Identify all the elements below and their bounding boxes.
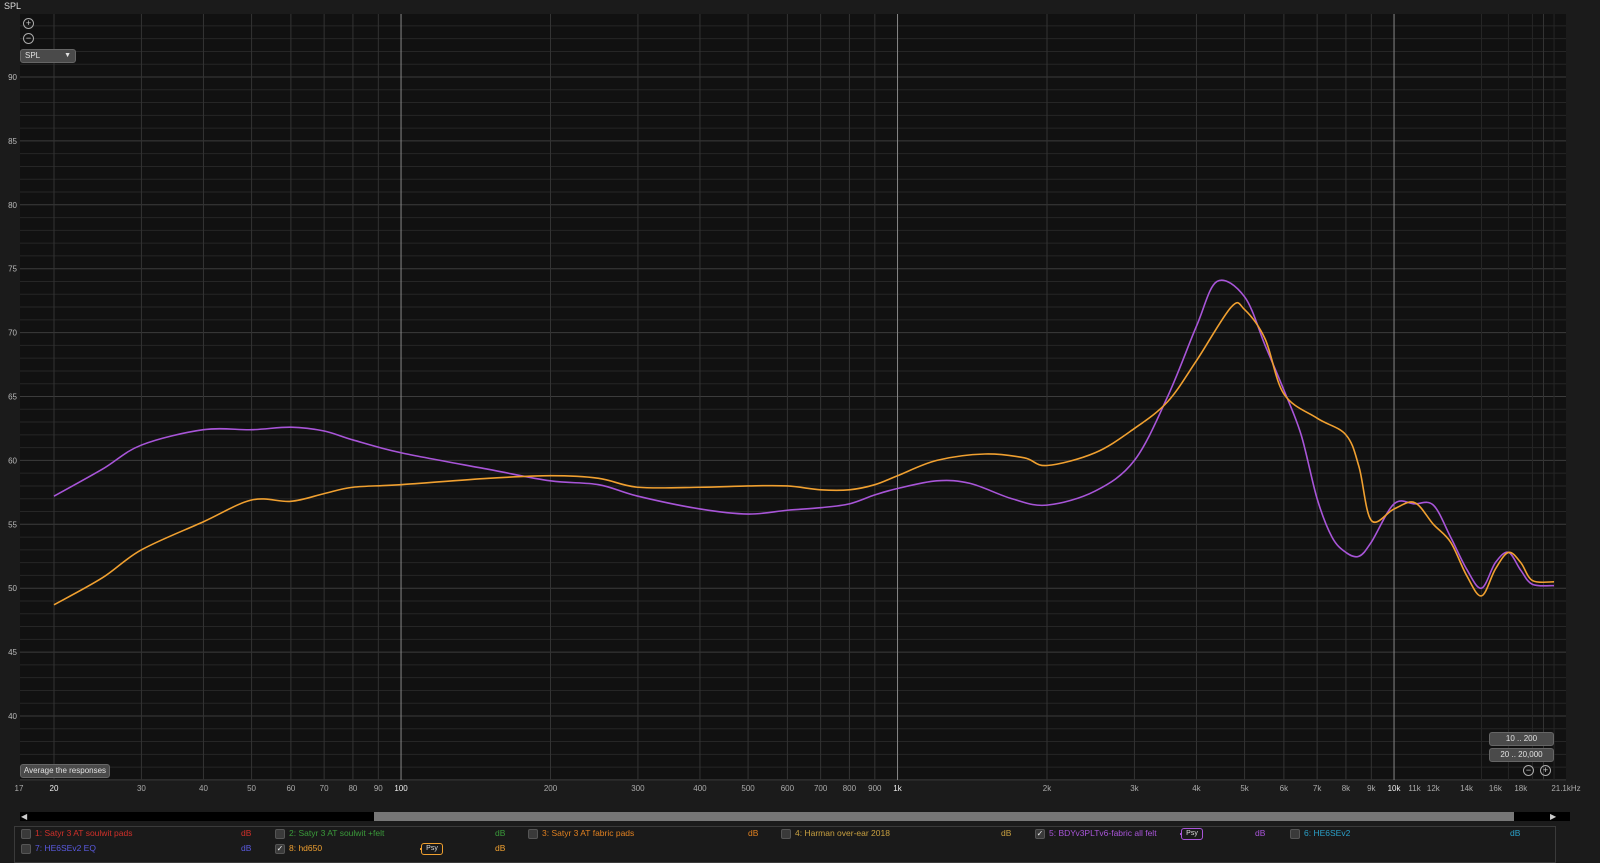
x-tick-label: 90 xyxy=(374,784,383,793)
legend-unit: dB xyxy=(495,843,506,853)
scrollbar-thumb[interactable] xyxy=(374,812,1514,821)
x-tick-label: 12k xyxy=(1427,784,1441,793)
legend-unit: dB xyxy=(1001,828,1012,838)
y-tick-label: 85 xyxy=(8,137,17,146)
legend-checkbox[interactable] xyxy=(21,844,31,854)
legend-checkbox[interactable] xyxy=(781,829,791,839)
chevron-down-icon: ▼ xyxy=(64,52,71,59)
x-tick-label: 11k xyxy=(1408,784,1421,793)
legend-checkbox[interactable] xyxy=(528,829,538,839)
spl-chart[interactable]: 40 45 50 55 60 65 70 75 80 85 90 17 20 30 40 50 60 70 80 90… xyxy=(0,0,1600,861)
legend-label[interactable]: 5: BDYv3PLTv6-fabric all felt xyxy=(1049,827,1157,840)
x-tick-label: 18k xyxy=(1514,784,1528,793)
x-tick-label: 1k xyxy=(893,784,902,793)
legend-item: 3: Satyr 3 AT fabric pads dB xyxy=(528,827,768,840)
legend-label[interactable]: 3: Satyr 3 AT fabric pads xyxy=(542,827,634,840)
legend-unit: dB xyxy=(748,828,759,838)
scroll-right-icon[interactable]: ▶ xyxy=(1550,812,1556,821)
zoom-in-icon[interactable]: + xyxy=(23,18,34,29)
x-tick-label: 17 xyxy=(15,784,24,793)
x-tick-label: 3k xyxy=(1130,784,1139,793)
x-tick-label: 600 xyxy=(781,784,795,793)
x-tick-label: 900 xyxy=(868,784,882,793)
x-zoom-out-icon[interactable]: − xyxy=(1523,765,1534,776)
legend-label[interactable]: 8: hd650 xyxy=(289,842,322,855)
x-tick-label: 300 xyxy=(631,784,645,793)
y-tick-label: 90 xyxy=(8,73,17,82)
x-tick-label: 60 xyxy=(286,784,295,793)
x-tick-label: 7k xyxy=(1313,784,1322,793)
x-tick-label: 800 xyxy=(843,784,857,793)
legend-checkbox[interactable] xyxy=(275,829,285,839)
x-tick-label: 20 xyxy=(50,784,59,793)
legend-panel: 1: Satyr 3 AT soulwit pads dB 2: Satyr 3 A… xyxy=(14,826,1556,863)
y-tick-label: 80 xyxy=(8,201,17,210)
legend-unit: dB xyxy=(1255,828,1266,838)
legend-unit: dB xyxy=(495,828,506,838)
x-tick-label: 6k xyxy=(1280,784,1289,793)
legend-item: 7: HE6SEv2 EQ dB xyxy=(21,842,261,855)
psy-smoothing-badge[interactable]: Psy xyxy=(421,843,443,855)
x-zoom-in-icon[interactable]: + xyxy=(1540,765,1551,776)
legend-item: ✓ 8: hd650 Psy dB xyxy=(275,842,515,855)
legend-item: ✓ 5: BDYv3PLTv6-fabric all felt Psy dB xyxy=(1035,827,1275,840)
legend-label[interactable]: 1: Satyr 3 AT soulwit pads xyxy=(35,827,132,840)
measurement-select-value: SPL xyxy=(25,51,41,60)
x-tick-label: 500 xyxy=(741,784,755,793)
x-tick-label: 2k xyxy=(1043,784,1052,793)
x-tick-label: 40 xyxy=(199,784,208,793)
y-tick-label: 70 xyxy=(8,329,17,338)
scroll-left-icon[interactable]: ◀ xyxy=(21,812,27,821)
average-responses-button[interactable]: Average the responses xyxy=(20,764,110,778)
y-tick-label: 65 xyxy=(8,393,17,402)
y-tick-label: 55 xyxy=(8,520,17,529)
legend-label[interactable]: 6: HE6SEv2 xyxy=(1304,827,1350,840)
legend-unit: dB xyxy=(1510,828,1521,838)
y-tick-label: 40 xyxy=(8,712,17,721)
psy-smoothing-badge[interactable]: Psy xyxy=(1181,828,1203,840)
legend-unit: dB xyxy=(241,843,252,853)
x-tick-label: 10k xyxy=(1388,784,1402,793)
x-tick-label: 30 xyxy=(137,784,146,793)
y-tick-label: 60 xyxy=(8,456,17,465)
x-tick-label: 16k xyxy=(1489,784,1503,793)
horizontal-scrollbar[interactable] xyxy=(20,812,1570,821)
zoom-out-icon[interactable]: − xyxy=(23,33,34,44)
y-tick-label: 75 xyxy=(8,265,17,274)
x-tick-label: 5k xyxy=(1240,784,1249,793)
legend-unit: dB xyxy=(241,828,252,838)
x-tick-label: 50 xyxy=(247,784,256,793)
x-tick-label: 700 xyxy=(814,784,828,793)
y-tick-label: 50 xyxy=(8,584,17,593)
legend-item: 6: HE6SEv2 dB xyxy=(1290,827,1530,840)
measurement-select[interactable]: SPL ▼ xyxy=(20,49,76,63)
range-20-20000-button[interactable]: 20 .. 20,000 xyxy=(1489,748,1554,762)
legend-label[interactable]: 7: HE6SEv2 EQ xyxy=(35,842,96,855)
legend-checkbox[interactable]: ✓ xyxy=(275,844,285,854)
legend-label[interactable]: 4: Harman over-ear 2018 xyxy=(795,827,890,840)
x-tick-label: 70 xyxy=(320,784,329,793)
legend-checkbox[interactable] xyxy=(21,829,31,839)
x-tick-label: 100 xyxy=(394,784,408,793)
x-tick-label: 4k xyxy=(1192,784,1201,793)
x-tick-label: 200 xyxy=(544,784,558,793)
x-tick-label: 14k xyxy=(1460,784,1474,793)
x-tick-label: 400 xyxy=(693,784,707,793)
range-10-200-button[interactable]: 10 .. 200 xyxy=(1489,732,1554,746)
legend-checkbox[interactable]: ✓ xyxy=(1035,829,1045,839)
x-tick-label: 9k xyxy=(1367,784,1376,793)
x-tick-label: 8k xyxy=(1342,784,1351,793)
legend-item: 1: Satyr 3 AT soulwit pads dB xyxy=(21,827,261,840)
y-tick-label: 45 xyxy=(8,648,17,657)
x-tick-label: 21.1kHz xyxy=(1551,784,1580,793)
legend-item: 4: Harman over-ear 2018 dB xyxy=(781,827,1021,840)
legend-item: 2: Satyr 3 AT soulwit +felt dB xyxy=(275,827,515,840)
legend-label[interactable]: 2: Satyr 3 AT soulwit +felt xyxy=(289,827,384,840)
x-tick-label: 80 xyxy=(348,784,357,793)
legend-checkbox[interactable] xyxy=(1290,829,1300,839)
